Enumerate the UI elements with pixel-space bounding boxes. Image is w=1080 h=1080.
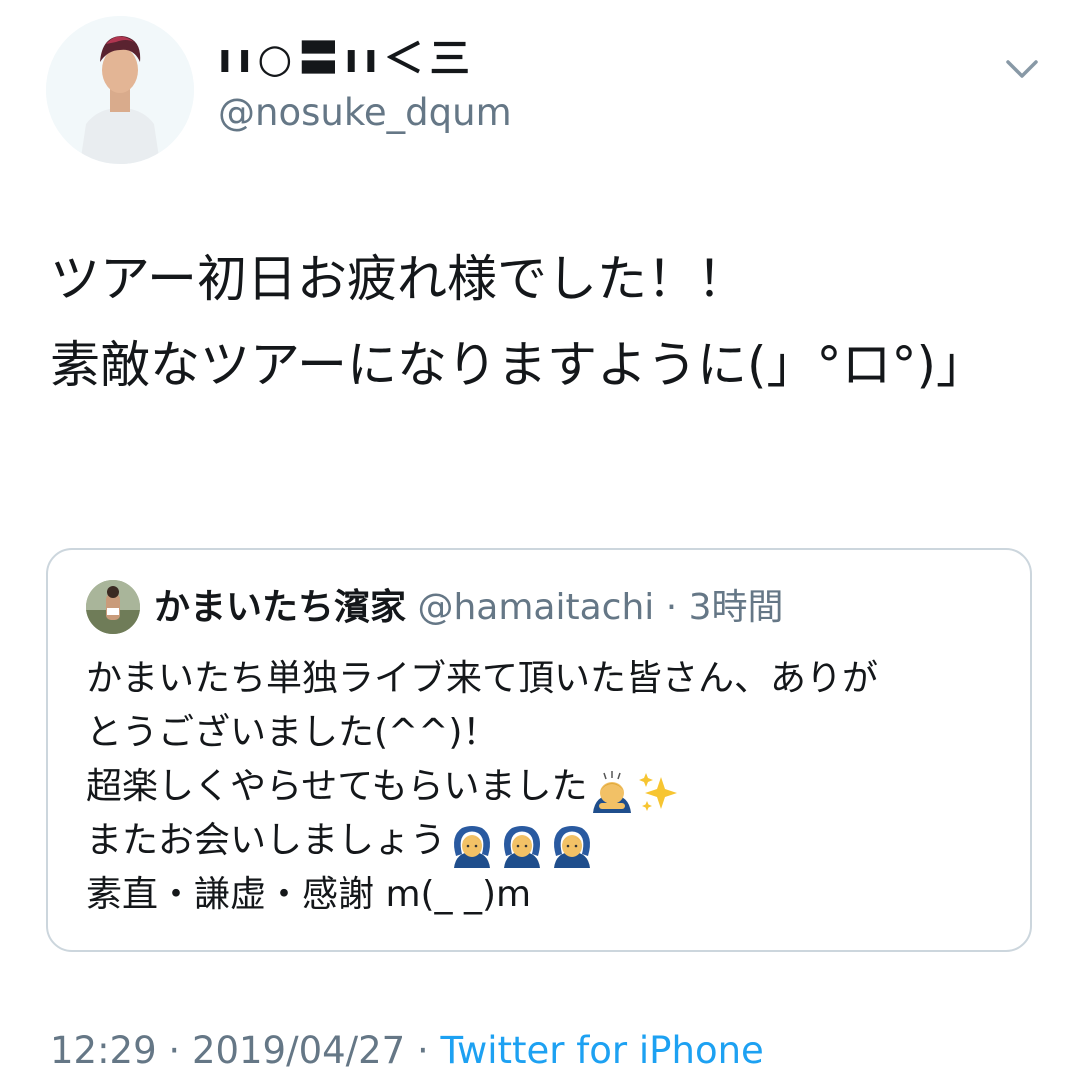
person-gesturing-ok-emoji bbox=[504, 826, 541, 868]
tweet-date: 2019/04/27 bbox=[191, 1029, 406, 1072]
quoted-display-name[interactable]: かまいたち濱家 bbox=[154, 587, 406, 628]
tweet-footer: 12:29 · 2019/04/27 · Twitter for iPhone bbox=[50, 1028, 764, 1074]
quoted-text: かまいたち単独ライブ来て頂いた皆さん、ありが とうございました(^^)！ 超楽し… bbox=[86, 652, 996, 922]
tweet-time: 12:29 bbox=[50, 1029, 157, 1072]
quoted-handle[interactable]: @hamaitachi bbox=[417, 587, 654, 628]
footer-separator: · bbox=[156, 1029, 192, 1072]
quoted-separator: · bbox=[665, 587, 678, 628]
quoted-line: とうございました(^^)！ bbox=[86, 712, 499, 753]
quoted-header: かまいたち濱家 @hamaitachi · 3時間 bbox=[154, 584, 784, 632]
quoted-avatar bbox=[86, 580, 140, 634]
tweet-source-link[interactable]: Twitter for iPhone bbox=[441, 1029, 764, 1072]
quoted-timestamp: 3時間 bbox=[688, 587, 784, 628]
quoted-line-text: またお会いしましょう bbox=[86, 820, 447, 861]
quoted-line-text: 超楽しくやらせてもらいました bbox=[86, 766, 588, 807]
tweet-text: ツアー初日お疲れ様でした！！ 素敵なツアーになりますように(」°ロ°)」 bbox=[50, 250, 987, 394]
person-gesturing-ok-emoji bbox=[554, 826, 591, 868]
quoted-line: またお会いしましょう bbox=[86, 814, 996, 868]
footer-separator: · bbox=[405, 1029, 441, 1072]
quoted-line: かまいたち単独ライブ来て頂いた皆さん、ありが bbox=[86, 658, 879, 699]
person-gesturing-ok-emoji bbox=[454, 826, 491, 868]
sparkles-emoji bbox=[639, 773, 678, 811]
user-handle[interactable]: @nosuke_dqum bbox=[218, 90, 512, 136]
chevron-down-icon[interactable] bbox=[1002, 52, 1042, 84]
profile-avatar[interactable] bbox=[46, 16, 194, 164]
display-name[interactable]: ıı○〓ıı＜三 bbox=[218, 34, 476, 84]
person-bowing-emoji bbox=[593, 771, 632, 813]
quoted-line: 素直・謙虚・感謝 m(_ _)m bbox=[86, 874, 532, 915]
quoted-line: 超楽しくやらせてもらいました bbox=[86, 760, 996, 814]
quoted-tweet-card[interactable]: かまいたち濱家 @hamaitachi · 3時間 かまいたち単独ライブ来て頂い… bbox=[46, 548, 1032, 952]
